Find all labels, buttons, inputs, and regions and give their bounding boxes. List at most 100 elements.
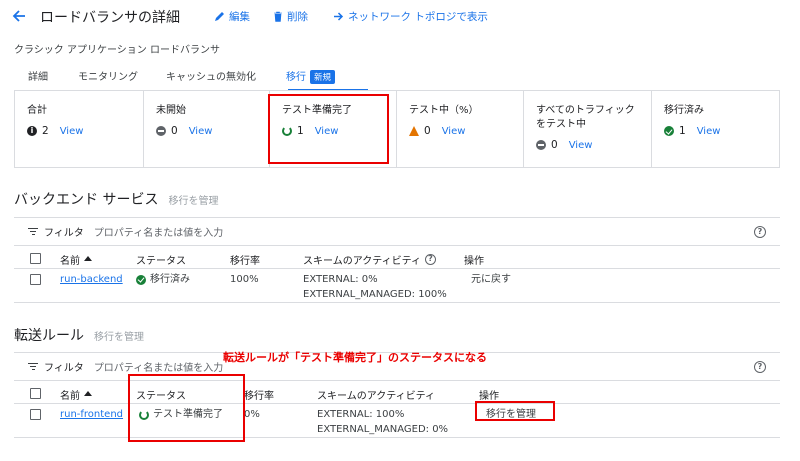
stat-value: i 2 View [27,125,83,137]
stat-label: 移行済み [664,105,704,116]
not-started-icon [156,126,166,136]
filter-label: フィルタ [44,228,84,239]
stat-value: 0 View [409,125,465,137]
check-icon [136,274,146,285]
forwarding-name-link[interactable]: run-frontend [60,407,123,422]
tab-monitoring[interactable]: モニタリング [78,68,138,83]
backend-table-header: 名前 ステータス 移行率 スキームのアクティビティ? 操作 [14,247,780,269]
forwarding-section-title: 転送ルール 移行を管理 [14,325,144,345]
sort-up-icon [84,256,92,261]
topology-button-label: ネットワーク トポロジで表示 [348,11,488,23]
stat-label: 合計 [27,105,47,116]
stat-migrated: 移行済み 1 View [651,91,779,168]
delete-button-label: 削除 [287,11,308,23]
edit-button[interactable]: 編集 [214,9,250,24]
edit-button-label: 編集 [229,11,250,23]
highlight-box-status [128,374,245,442]
backend-name-link[interactable]: run-backend [60,272,123,287]
stat-label: 未開始 [156,105,186,116]
backend-filter-bar[interactable]: フィルタ プロパティ名または値を入力 ? [14,217,780,246]
select-all-checkbox[interactable] [30,388,41,399]
forwarding-manage-link[interactable]: 移行を管理 [94,332,144,343]
col-rate: 移行率 [244,391,274,402]
filter-input[interactable]: プロパティ名または値を入力 [94,224,223,239]
stat-label: テスト中（%） [409,105,479,116]
stat-total: 合計 i 2 View [15,91,143,168]
scheme-external-managed: EXTERNAL_MANAGED: 100% [303,289,447,300]
backend-manage-link[interactable]: 移行を管理 [168,196,218,207]
tab-details[interactable]: 詳細 [28,68,48,83]
col-ops: 操作 [479,391,499,402]
stat-count: 0 [424,125,431,137]
backend-section-title: バックエンド サービス 移行を管理 [14,189,218,209]
filter-icon [28,227,38,236]
stat-testing-percent: テスト中（%） 0 View [396,91,523,168]
migration-stats: 合計 i 2 View 未開始 0 View テスト準備完了 1 View テス… [14,91,780,168]
stat-label-line2: をテスト中 [536,119,586,130]
col-scheme-label: スキームのアクティビティ [303,256,421,267]
col-rate: 移行率 [230,256,260,267]
filter-icon [28,362,38,371]
col-name[interactable]: 名前 [60,252,92,267]
revert-button[interactable]: 元に戻す [471,272,511,287]
annotation-text: 転送ルールが「テスト準備完了」のステータスになる [223,351,487,364]
help-icon[interactable]: ? [754,361,766,373]
view-link[interactable]: View [569,140,593,151]
delete-button[interactable]: 削除 [273,9,308,24]
tab-migration[interactable]: 移行 新規 [286,68,336,84]
not-started-icon [536,140,546,150]
scheme-external-managed: EXTERNAL_MANAGED: 0% [317,424,449,435]
stat-count: 0 [171,125,178,137]
help-icon[interactable]: ? [754,226,766,238]
highlight-box-ready-stat [268,94,389,164]
row-checkbox[interactable] [30,409,41,420]
view-link[interactable]: View [697,126,721,137]
stat-value: 0 View [156,125,212,137]
info-icon: i [27,126,37,136]
scheme-external: EXTERNAL: 100% [317,409,405,420]
top-bar: ロードバランサの詳細 編集 削除 ネットワーク トポロジで表示 [0,0,800,32]
sort-up-icon [84,391,92,396]
row-checkbox[interactable] [30,274,41,285]
col-name-label: 名前 [60,256,80,267]
table-row: run-backend 移行済み 100% EXTERNAL: 0% EXTER… [14,269,780,303]
stat-value: 0 View [536,139,592,151]
new-badge: 新規 [310,70,336,84]
backend-table: フィルタ プロパティ名または値を入力 ? 名前 ステータス 移行率 スキームのア… [14,217,780,303]
view-link[interactable]: View [442,126,466,137]
help-icon[interactable]: ? [425,254,436,265]
topology-button[interactable]: ネットワーク トポロジで表示 [333,9,488,24]
forwarding-title: 転送ルール [14,328,84,344]
check-icon [664,126,674,136]
back-arrow-icon[interactable] [12,9,26,23]
stat-testing-all-traffic: すべてのトラフィック をテスト中 0 View [523,91,651,168]
arrow-right-icon [334,12,344,21]
stat-count: 2 [42,125,49,137]
rate-cell: 0% [244,409,260,420]
stat-not-started: 未開始 0 View [143,91,269,168]
col-scheme: スキームのアクティビティ? [303,252,436,267]
col-name-label: 名前 [60,391,80,402]
col-name[interactable]: 名前 [60,387,92,402]
stat-value: 1 View [664,125,720,137]
view-link[interactable]: View [189,126,213,137]
pencil-icon [215,12,224,21]
tab-migration-label: 移行 [286,72,306,83]
col-ops: 操作 [464,256,484,267]
filter-label: フィルタ [44,363,84,374]
tab-cache-invalidation[interactable]: キャッシュの無効化 [166,68,256,83]
highlight-box-manage [475,401,555,421]
scheme-external: EXTERNAL: 0% [303,274,378,285]
status-cell: 移行済み [136,272,190,287]
rate-cell: 100% [230,274,259,285]
warning-icon [409,126,419,136]
filter-input[interactable]: プロパティ名または値を入力 [94,359,223,374]
select-all-checkbox[interactable] [30,253,41,264]
view-link[interactable]: View [60,126,84,137]
page-title: ロードバランサの詳細 [40,10,180,26]
stat-label: すべてのトラフィック をテスト中 [536,104,635,132]
stat-count: 0 [551,139,558,151]
stat-count: 1 [679,125,686,137]
trash-icon [274,11,282,22]
status-text: 移行済み [150,274,190,285]
